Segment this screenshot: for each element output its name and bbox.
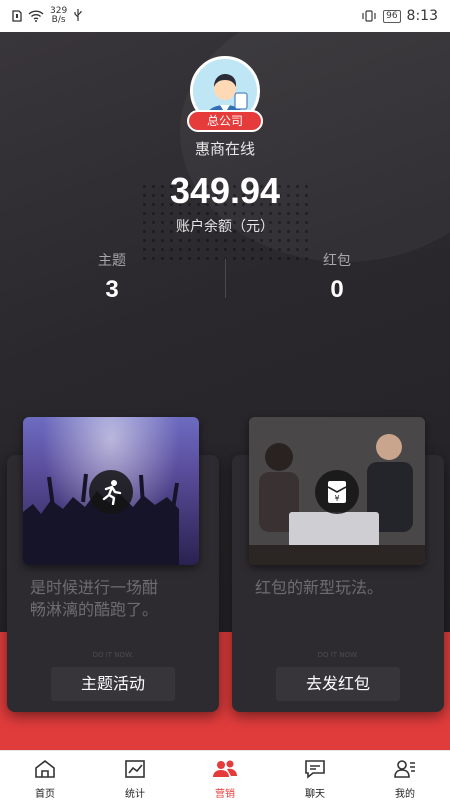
balance-label: 账户余额（元）: [176, 219, 274, 235]
card-tagline: DO IT NOW.: [92, 651, 134, 659]
concert-crowd-image: [23, 417, 199, 565]
nav-item-home[interactable]: 首页: [0, 751, 90, 800]
chat-icon: [304, 759, 326, 783]
nav-label: 营销: [215, 789, 235, 800]
account-balance: 349.94: [169, 170, 281, 211]
stat-divider: [225, 258, 226, 298]
theme-activity-button[interactable]: 主题活动: [51, 667, 175, 701]
running-person-icon: [89, 470, 133, 514]
profile-icon: [393, 759, 417, 783]
stat-themes[interactable]: 主题 3: [52, 250, 172, 304]
nav-label: 我的: [395, 789, 415, 800]
stat-label: 主题: [98, 253, 126, 269]
stat-value: 3: [105, 276, 119, 303]
card-description: 红包的新型玩法。: [255, 578, 384, 597]
chart-icon: [124, 759, 146, 783]
shop-name: 惠商在线: [194, 140, 255, 158]
usb-icon: [73, 7, 83, 26]
red-packet-icon: ¥: [315, 470, 359, 514]
home-icon: [34, 759, 56, 783]
card-description: 是时候进行一场酣 畅淋漓的酷跑了。: [30, 578, 159, 619]
business-meeting-image: ¥: [249, 417, 425, 565]
nav-item-statistics[interactable]: 统计: [90, 751, 180, 800]
svg-text:¥: ¥: [334, 494, 339, 503]
nav-label: 首页: [35, 789, 55, 800]
send-red-packet-button[interactable]: 去发红包: [276, 667, 400, 701]
card-tagline: DO IT NOW.: [317, 651, 359, 659]
company-badge: 总公司: [187, 110, 263, 132]
users-icon: [212, 759, 238, 783]
nav-item-profile[interactable]: 我的: [360, 751, 450, 800]
stat-label: 红包: [323, 253, 351, 269]
stat-value: 0: [330, 276, 344, 303]
nav-item-chat[interactable]: 聊天: [270, 751, 360, 800]
nav-item-marketing[interactable]: 营销: [180, 751, 270, 800]
wifi-icon: [28, 7, 44, 26]
network-speed: 329 B/s: [50, 6, 68, 25]
sim-icon: [12, 7, 22, 26]
nav-label: 聊天: [305, 789, 325, 800]
nav-label: 统计: [125, 789, 145, 800]
stat-red-packets[interactable]: 红包 0: [277, 250, 397, 304]
bottom-navigation: 首页 统计 营销 聊天 我的: [0, 750, 450, 800]
